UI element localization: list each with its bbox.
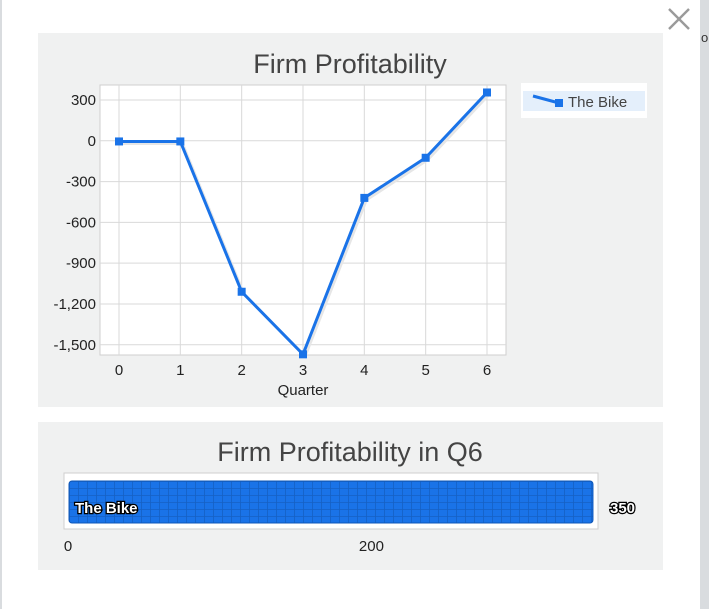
x-tick-label: 3: [299, 362, 307, 379]
y-tick-label: -600: [66, 214, 96, 231]
y-tick-label: -1,500: [53, 337, 96, 354]
series-point: [360, 193, 369, 202]
bar-chart: Firm Profitability in Q6 The Bike 350 0 200: [63, 437, 636, 555]
y-tick-label: -900: [66, 255, 96, 272]
chart-title: Firm Profitability: [253, 49, 447, 79]
series-point: [299, 350, 307, 359]
bar-category-label: The Bike: [75, 500, 138, 517]
background-page-right: [700, 0, 709, 609]
x-tick-label: 200: [359, 538, 384, 555]
series-point: [176, 137, 185, 146]
y-tick-label: 0: [88, 133, 96, 150]
x-tick-label: 4: [360, 362, 368, 379]
x-tick-label: 1: [176, 362, 184, 379]
x-axis-label: Quarter: [278, 382, 329, 399]
legend-label: The Bike: [568, 94, 627, 111]
bar-chart-panel: Firm Profitability in Q6 The Bike 350 0 200: [38, 422, 663, 570]
bar: [68, 480, 594, 524]
y-tick-label: 300: [71, 92, 96, 109]
line-chart: Firm Profitability 300 0 -300 -600 -900 -1,200…: [53, 49, 647, 399]
bar-value-label: 350: [610, 500, 635, 517]
series-point: [421, 153, 430, 162]
x-tick-label: 0: [115, 362, 123, 379]
series-point: [483, 88, 491, 97]
y-tick-label: -1,200: [53, 296, 96, 313]
x-tick-label: 6: [483, 362, 491, 379]
line-chart-panel: Firm Profitability 300 0 -300 -600 -900 -1,200…: [38, 33, 663, 407]
x-tick-label: 0: [64, 538, 72, 555]
x-tick-label: 2: [237, 362, 245, 379]
close-icon[interactable]: [666, 6, 692, 32]
y-tick-label: -300: [66, 174, 96, 191]
chart-title: Firm Profitability in Q6: [217, 437, 483, 467]
series-point: [115, 137, 123, 146]
series-point: [237, 287, 246, 296]
background-partial-text: or: [701, 30, 709, 45]
x-tick-label: 5: [421, 362, 429, 379]
legend-marker: [555, 99, 563, 107]
